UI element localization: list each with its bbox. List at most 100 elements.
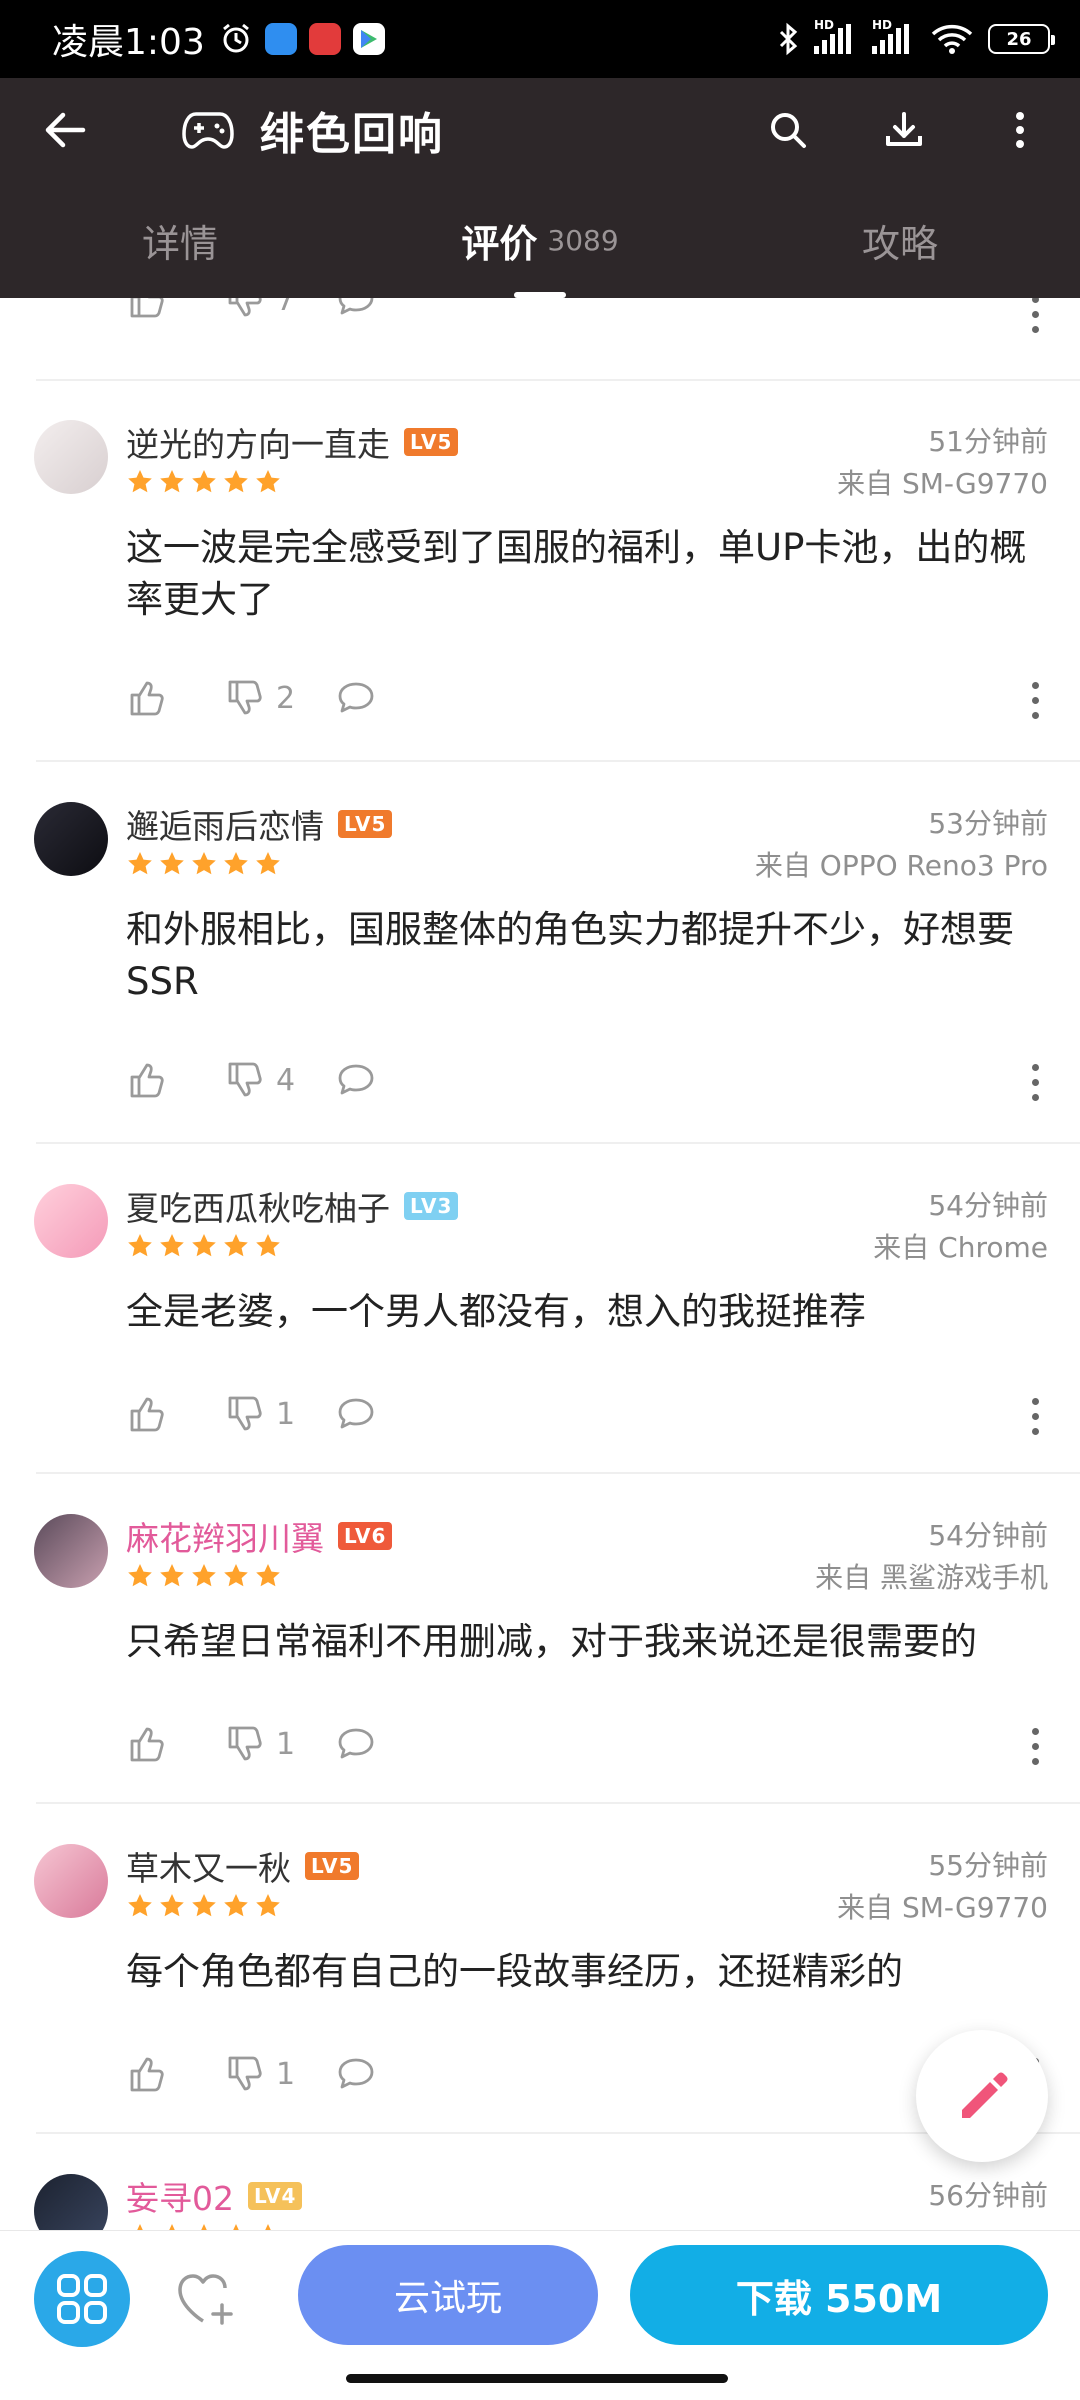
review-content[interactable]: 和外服相比，国服整体的角色实力都提升不少，好想要SSR — [126, 904, 1056, 1008]
avatar[interactable] — [34, 2174, 108, 2230]
star-icon — [192, 470, 216, 493]
username[interactable]: 麻花辫羽川翼 LV6 — [126, 1512, 393, 1560]
back-button[interactable] — [30, 95, 100, 165]
level-badge: LV3 — [404, 1192, 459, 1220]
comment-button[interactable] — [336, 298, 376, 320]
page-title: 绯色回响 — [260, 109, 444, 160]
dislike-button[interactable]: 1 — [224, 1394, 295, 1434]
write-review-button[interactable] — [916, 2030, 1048, 2162]
star-icon — [256, 1894, 280, 1917]
dislike-count: 7 — [276, 298, 296, 318]
star-icon — [224, 1234, 248, 1257]
star-icon — [265, 2224, 271, 2230]
username[interactable]: 邂逅雨后恋情 LV5 — [126, 800, 393, 848]
star-icon — [160, 470, 184, 493]
review-item[interactable]: 麻花辫羽川翼 LV6 54分钟前 来自 黑鲨游戏手机 只希望日常福利不用删减，对于我来说… — [0, 1474, 1080, 1804]
more-options-button[interactable] — [1020, 1064, 1050, 1101]
star-icon — [224, 1564, 248, 1587]
star-icon — [192, 1894, 216, 1917]
status-bar: 凌晨1:03 HD HD 26 — [0, 0, 1080, 78]
dislike-button[interactable]: 4 — [224, 1060, 295, 1100]
more-options-button[interactable] — [988, 98, 1052, 162]
like-button[interactable] — [126, 1394, 166, 1434]
star-icon — [128, 1234, 152, 1257]
like-button[interactable] — [126, 298, 166, 320]
comment-button[interactable] — [336, 2054, 376, 2094]
signal-icon: HD — [872, 18, 916, 54]
device-source: 来自 SM-G9770 — [837, 467, 1048, 500]
star-rating — [126, 2222, 282, 2230]
download-game-label: 下载 550M — [735, 2276, 943, 2321]
tab-details[interactable]: 详情 — [0, 182, 360, 298]
more-options-button[interactable] — [1020, 298, 1050, 333]
tab-guides[interactable]: 攻略 — [720, 182, 1080, 298]
dislike-button[interactable]: 2 — [224, 678, 295, 718]
more-options-button[interactable] — [1020, 1398, 1050, 1435]
dislike-button[interactable]: 1 — [224, 2054, 295, 2094]
like-button[interactable] — [126, 2054, 166, 2094]
star-icon — [192, 852, 216, 875]
review-item[interactable]: 夏吃西瓜秋吃柚子 LV3 54分钟前 来自 Chrome 全是老婆，一个男人都没有，想入… — [0, 1144, 1080, 1474]
level-badge: LV5 — [305, 1852, 360, 1880]
review-content[interactable]: 全是老婆，一个男人都没有，想入的我挺推荐 — [126, 1286, 1056, 1338]
thumb-down-icon — [228, 680, 262, 715]
app-bar: 绯色回响 — [0, 78, 1080, 182]
device-source: 来自 OPPO Reno3 Pro — [754, 849, 1048, 882]
comment-icon — [338, 1398, 374, 1429]
review-actions: 4 — [0, 1050, 1080, 1110]
more-options-button[interactable] — [1020, 682, 1050, 719]
thumb-up-icon — [130, 1397, 164, 1432]
avatar[interactable] — [34, 802, 108, 876]
username[interactable]: 夏吃西瓜秋吃柚子 LV3 — [126, 1182, 459, 1230]
thumb-down-icon — [228, 1726, 262, 1761]
level-badge: LV5 — [404, 428, 459, 456]
download-button[interactable] — [872, 98, 936, 162]
comment-button[interactable] — [336, 1724, 376, 1764]
review-item[interactable]: 妄寻02 LV4 56分钟前 — [0, 2134, 1080, 2230]
wifi-icon — [931, 24, 973, 54]
review-time: 54分钟前 — [928, 1519, 1048, 1552]
pencil-icon — [962, 2072, 1008, 2118]
star-icon — [256, 470, 280, 493]
bluetooth-icon — [779, 22, 798, 56]
avatar[interactable] — [34, 1844, 108, 1918]
review-content[interactable]: 只希望日常福利不用删减，对于我来说还是很需要的 — [126, 1616, 1056, 1668]
cloud-trial-button[interactable]: 云试玩 — [298, 2245, 598, 2345]
comment-button[interactable] — [336, 678, 376, 718]
dislike-count: 1 — [276, 1726, 296, 1762]
level-badge: LV5 — [338, 810, 393, 838]
review-list[interactable]: 7 逆光的方向一直走 LV5 51分钟前 来自 SM-G9770 这一波是完全感受到了国… — [0, 298, 1080, 2230]
review-content[interactable]: 每个角色都有自己的一段故事经历，还挺精彩的 — [126, 1946, 1056, 1998]
username[interactable]: 草木又一秋 LV5 — [126, 1842, 360, 1890]
avatar[interactable] — [34, 1184, 108, 1258]
comment-button[interactable] — [336, 1060, 376, 1100]
username[interactable]: 妄寻02 LV4 — [126, 2172, 303, 2220]
dislike-button[interactable]: 7 — [224, 298, 295, 320]
apps-grid-button[interactable] — [34, 2251, 130, 2347]
review-content[interactable]: 这一波是完全感受到了国服的福利，单UP卡池，出的概率更大了 — [126, 522, 1056, 626]
tab-label: 详情 — [141, 221, 218, 266]
level-badge: LV6 — [338, 1522, 393, 1550]
review-item[interactable]: 邂逅雨后恋情 LV5 53分钟前 来自 OPPO Reno3 Pro 和外服相比，国服整… — [0, 762, 1080, 1144]
dislike-button[interactable]: 1 — [224, 1724, 295, 1764]
avatar[interactable] — [34, 1514, 108, 1588]
more-options-button[interactable] — [1020, 1728, 1050, 1765]
avatar[interactable] — [34, 420, 108, 494]
comment-icon — [338, 298, 374, 315]
download-game-button[interactable]: 下载 550M — [630, 2245, 1048, 2345]
tab-reviews[interactable]: 评价 3089 — [360, 182, 720, 298]
star-icon — [192, 1234, 216, 1257]
review-time: 55分钟前 — [928, 1849, 1048, 1882]
comment-button[interactable] — [336, 1394, 376, 1434]
like-button[interactable] — [126, 678, 166, 718]
username-text: 夏吃西瓜秋吃柚子 — [126, 1189, 390, 1228]
search-button[interactable] — [756, 98, 820, 162]
username[interactable]: 逆光的方向一直走 LV5 — [126, 418, 459, 466]
favorite-button[interactable] — [168, 2261, 244, 2337]
review-count: 3089 — [547, 223, 619, 257]
review-item[interactable]: 逆光的方向一直走 LV5 51分钟前 来自 SM-G9770 这一波是完全感受到了国服的… — [0, 380, 1080, 762]
thumb-down-icon — [228, 298, 262, 317]
tab-label: 评价 — [461, 221, 538, 266]
like-button[interactable] — [126, 1060, 166, 1100]
like-button[interactable] — [126, 1724, 166, 1764]
